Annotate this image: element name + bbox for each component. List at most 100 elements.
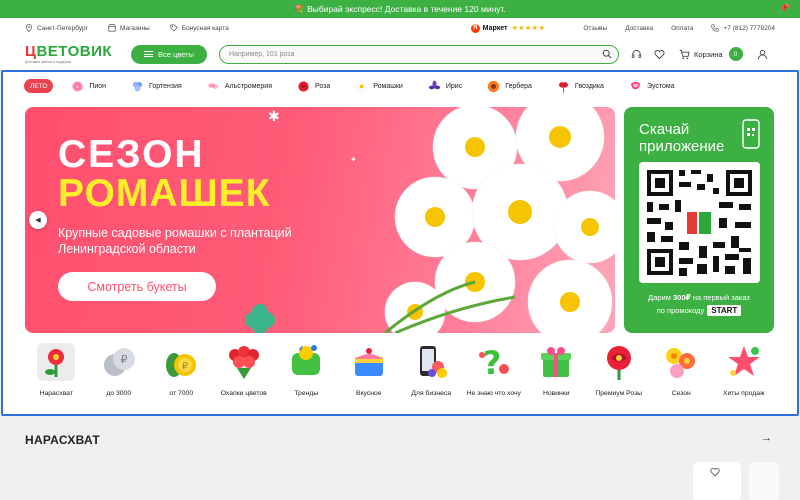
search-input[interactable]: [229, 50, 602, 58]
all-flowers-button[interactable]: Все цветы: [131, 44, 207, 64]
stores-label: Магазины: [119, 24, 150, 32]
category-label: Гвоздика: [574, 82, 604, 90]
season-pill[interactable]: ЛЕТО: [24, 79, 54, 93]
quick-link[interactable]: Охапки цветов: [213, 343, 276, 413]
category-item[interactable]: Гвоздика: [557, 80, 604, 93]
location-pin-icon: [26, 24, 32, 32]
yandex-market-icon: Я: [470, 23, 480, 33]
seasonal-flowers-icon: [666, 348, 696, 378]
header-icons: [631, 49, 677, 60]
bonus-card-link[interactable]: Бонусная карта: [170, 24, 229, 32]
category-item[interactable]: Альстромерия: [207, 80, 272, 93]
category-label: Роза: [315, 82, 331, 90]
trends-rocket-icon: [292, 345, 321, 375]
favorites-heart-icon[interactable]: [654, 49, 665, 60]
category-item[interactable]: Пион: [71, 80, 106, 93]
quick-link[interactable]: ? Не знаю что хочу: [463, 343, 526, 413]
delivery-link[interactable]: Доставка: [625, 25, 653, 32]
product-card[interactable]: [749, 462, 779, 500]
category-label: Пион: [89, 82, 107, 90]
promo-banner[interactable]: ✱ ✦ СЕЗОН РОМАШЕК Крупные садовые ромашк…: [25, 107, 615, 333]
banner-title-line1: СЕЗОН: [58, 133, 205, 176]
sparkle-decoration-icon: ✦: [350, 155, 357, 164]
question-mark-icon: ?: [478, 344, 509, 381]
quick-link-label: Охапки цветов: [220, 390, 267, 397]
section-arrow-right-icon[interactable]: →: [761, 432, 772, 444]
carousel-prev-arrow-icon[interactable]: ◀: [29, 211, 47, 229]
quick-link-label: Нарасхват: [39, 390, 73, 397]
gift-box-icon: [541, 347, 572, 377]
quick-link[interactable]: Вкусное: [338, 343, 401, 413]
category-item[interactable]: Ромашки: [355, 80, 403, 93]
cart-icon: [679, 49, 690, 59]
quick-link[interactable]: ₽ до 3000: [88, 343, 151, 413]
pin-icon[interactable]: 📌: [779, 3, 790, 14]
cake-icon: [354, 348, 383, 376]
quick-link[interactable]: Сезон: [650, 343, 713, 413]
quick-link[interactable]: ₽ от 7000: [150, 343, 213, 413]
quick-link[interactable]: Тренды: [275, 343, 338, 413]
logo[interactable]: ЦВЕТОВИК Доставка цветов и подарков: [25, 44, 123, 64]
reviews-link[interactable]: Отзывы: [583, 25, 607, 32]
quick-link-label: Хиты продаж: [722, 390, 765, 397]
eustoma-icon: [630, 81, 641, 89]
view-bouquets-button[interactable]: Смотреть букеты: [58, 272, 216, 301]
rose-icon: [298, 80, 309, 92]
bestsellers-section: НАРАСХВАТ →: [0, 416, 800, 500]
cart-button[interactable]: Корзина 0: [679, 47, 743, 61]
category-label: Ромашки: [373, 82, 403, 90]
stores-link[interactable]: Магазины: [108, 24, 150, 32]
payment-link[interactable]: Оплата: [671, 25, 693, 32]
category-item[interactable]: Эустома: [629, 80, 675, 93]
promo-bar: 💐 Выбирай экспресс! Доставка в течение 1…: [0, 0, 800, 18]
menu-icon: [144, 51, 154, 57]
svg-text:₽: ₽: [182, 361, 189, 372]
gerbera-icon: [488, 80, 500, 92]
category-label: Гербера: [505, 82, 532, 90]
quick-link[interactable]: Хиты продаж: [713, 343, 776, 413]
category-strip: ЛЕТО Пион Гортензия Альстромерия Роза Ро…: [24, 78, 776, 94]
daisy-icon: [356, 80, 368, 92]
main-header: ЦВЕТОВИК Доставка цветов и подарков Все …: [0, 38, 800, 70]
quick-links-row: Нарасхват ₽ до 3000 ₽ от 7000 Охапки цве…: [25, 343, 775, 413]
category-item[interactable]: Роза: [297, 80, 330, 93]
favorite-heart-icon[interactable]: [710, 467, 720, 477]
quick-link-label: от 7000: [169, 390, 194, 397]
phone-link[interactable]: +7 (812) 7779204: [711, 24, 775, 32]
city-selector[interactable]: Санкт-Петербург: [25, 24, 88, 32]
daisies-illustration: [384, 107, 615, 333]
market-label: Маркет: [482, 24, 508, 32]
top-utility-bar: Санкт-Петербург Магазины Бонусная карта …: [0, 18, 800, 38]
app-offer: Дарим 300₽ на первый заказ по промокоду S…: [648, 293, 750, 316]
category-item[interactable]: Ирис: [428, 79, 463, 93]
quick-link[interactable]: Нарасхват: [25, 343, 88, 413]
peony-icon: [72, 80, 83, 92]
category-item[interactable]: Гортензия: [131, 80, 182, 93]
quick-link[interactable]: Новинки: [525, 343, 588, 413]
qr-code-icon: [639, 162, 760, 283]
category-item[interactable]: Гербера: [487, 80, 532, 93]
bonus-card-label: Бонусная карта: [181, 24, 229, 32]
promo-text: 💐 Выбирай экспресс! Доставка в течение 1…: [294, 3, 506, 14]
category-label: Альстромерия: [224, 82, 273, 90]
hot-flower-icon: [37, 343, 76, 381]
store-icon: [108, 24, 116, 32]
app-download-card[interactable]: Скачай приложение Дарим 300₽ на первый з…: [624, 107, 774, 333]
business-phone-flowers-icon: [420, 346, 448, 378]
quick-link[interactable]: Премиум Розы: [588, 343, 651, 413]
phone-number: +7 (812) 7779204: [723, 24, 775, 32]
support-headset-icon[interactable]: [631, 49, 642, 60]
category-label: Ирис: [445, 82, 463, 90]
quick-link[interactable]: Для бизнеса: [400, 343, 463, 413]
yandex-market-rating[interactable]: Я Маркет ★★★★★: [470, 23, 546, 33]
quick-link-label: Новинки: [542, 390, 570, 397]
all-flowers-label: Все цветы: [158, 49, 194, 59]
promo-code[interactable]: START: [707, 305, 742, 316]
logo-tagline: Доставка цветов и подарков: [25, 60, 72, 64]
tag-icon: [170, 24, 178, 32]
iris-icon: [428, 79, 440, 89]
user-account-icon[interactable]: [757, 49, 768, 60]
product-card[interactable]: [693, 462, 741, 500]
svg-text:?: ?: [482, 344, 501, 381]
search-icon[interactable]: [602, 49, 612, 59]
